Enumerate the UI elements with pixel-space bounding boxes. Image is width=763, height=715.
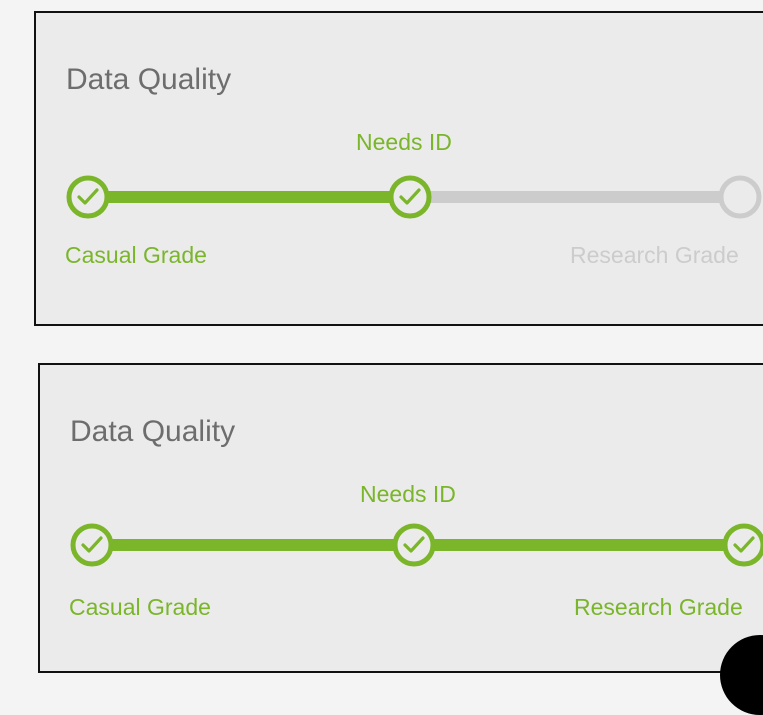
step-checkmark-icon: [722, 523, 763, 567]
step-checkmark-icon: [388, 175, 432, 219]
step-label-casual-grade: Casual Grade: [69, 594, 211, 620]
step-label-research-grade: Research Grade: [570, 242, 739, 268]
step-checkmark-icon: [66, 175, 110, 219]
step-checkmark-icon: [392, 523, 436, 567]
quality-progress-track: [70, 523, 763, 567]
data-quality-panel: Data Quality Needs ID Casual Grade Resea…: [34, 11, 763, 326]
quality-progress-track: [66, 175, 762, 219]
step-label-research-grade: Research Grade: [574, 594, 743, 620]
step-empty-circle-icon: [718, 175, 762, 219]
step-checkmark-icon: [70, 523, 114, 567]
data-quality-panel: Data Quality Needs ID Casual Grade Resea…: [38, 363, 763, 715]
step-label-casual-grade: Casual Grade: [65, 242, 207, 268]
